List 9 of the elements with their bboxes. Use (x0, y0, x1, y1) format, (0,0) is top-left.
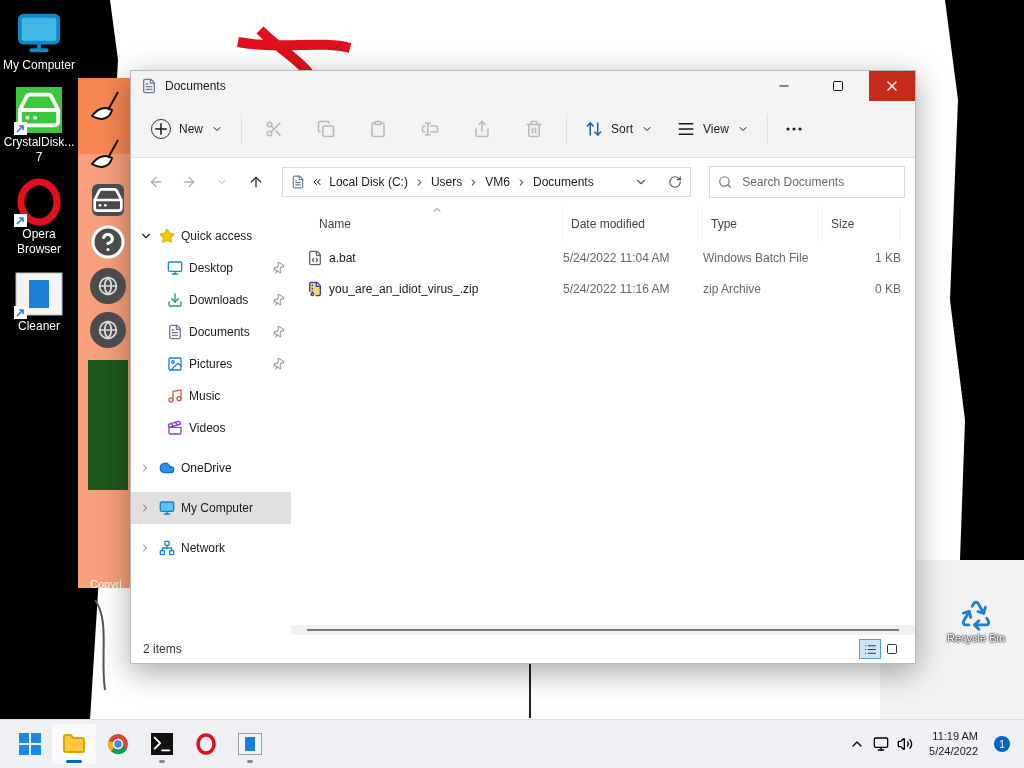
folder-icon (62, 732, 86, 756)
volume-icon[interactable] (897, 736, 914, 752)
windows-logo-icon (19, 733, 41, 755)
notification-badge[interactable]: 1 (994, 736, 1010, 752)
opera-icon (196, 733, 216, 755)
window-icon (238, 733, 262, 755)
browser-icon (107, 733, 129, 755)
terminal-icon (151, 733, 173, 755)
clock[interactable]: 11:19 AM 5/24/2022 (929, 729, 978, 759)
